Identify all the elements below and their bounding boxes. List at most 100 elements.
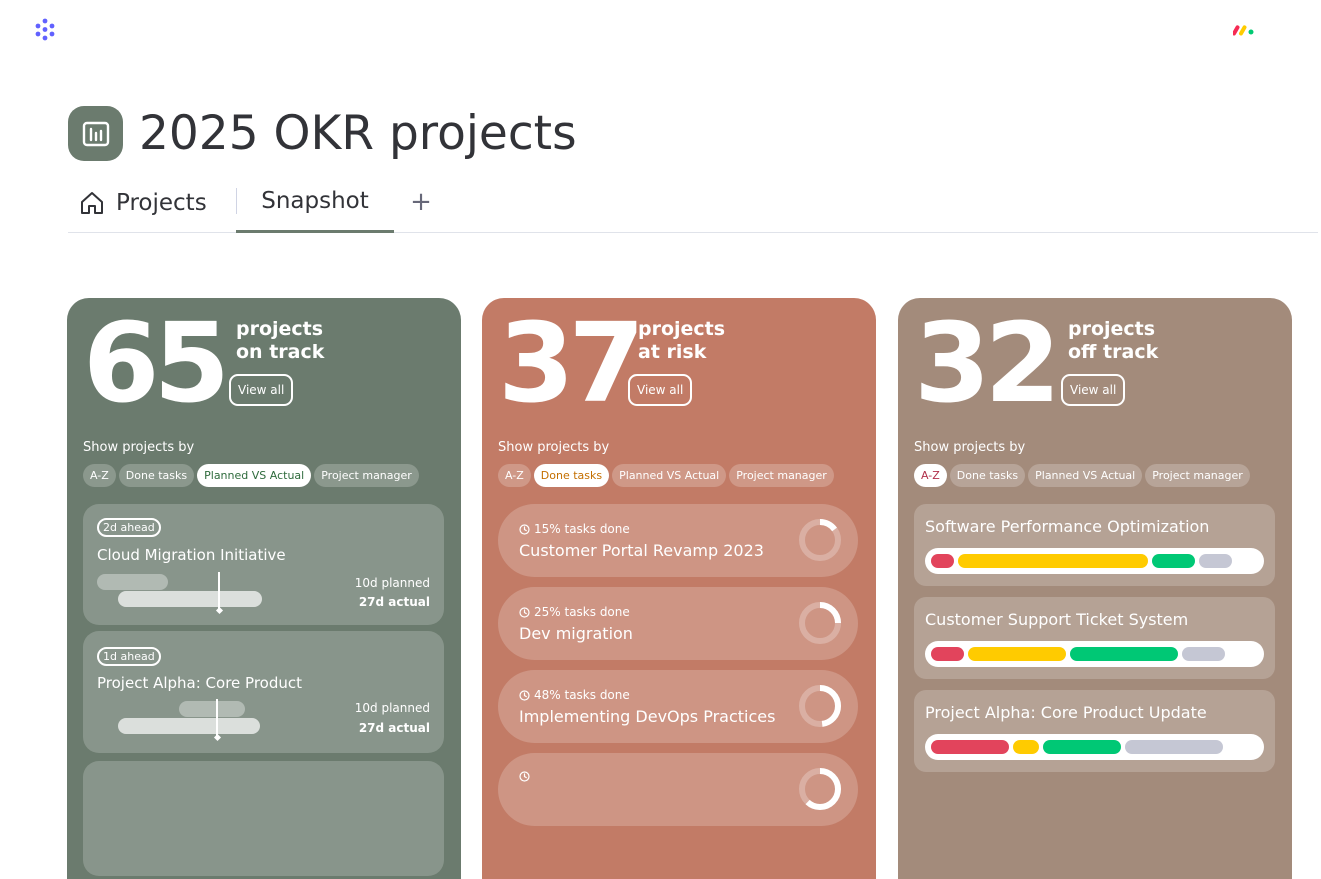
tab-snapshot[interactable]: Snapshot: [236, 178, 394, 233]
plus-icon: +: [410, 186, 432, 217]
tasks-done-meta: [519, 771, 534, 782]
clock-icon: [519, 523, 530, 535]
view-all-button[interactable]: View all: [229, 374, 294, 406]
apps-dots-logo-icon[interactable]: [33, 17, 57, 41]
planned-duration: 10d planned: [354, 576, 430, 590]
project-item[interactable]: 25% tasks done Dev migration: [498, 587, 858, 660]
status-segment-yellow: [958, 554, 1148, 568]
status-segment-gray: [1182, 647, 1225, 661]
ahead-badge: 2d ahead: [97, 518, 161, 537]
actual-bar: [118, 718, 260, 734]
off-track-label-line2: off track: [1068, 341, 1159, 363]
planned-bar: [179, 701, 245, 717]
at-risk-label-line2: at risk: [638, 341, 707, 363]
status-battery: [925, 641, 1264, 667]
planned-bar: [97, 574, 168, 590]
off-track-count: 32: [914, 299, 1061, 427]
on-track-label-line2: on track: [236, 341, 325, 363]
project-item[interactable]: Software Performance Optimization: [914, 504, 1275, 586]
project-item-placeholder: [83, 761, 444, 876]
add-view-button[interactable]: +: [406, 178, 436, 233]
project-name: Customer Support Ticket System: [925, 610, 1189, 629]
today-marker: [218, 572, 220, 610]
project-name: Implementing DevOps Practices: [519, 707, 776, 726]
chip-project-manager[interactable]: Project manager: [1145, 464, 1250, 487]
project-item[interactable]: [498, 753, 858, 826]
project-name: Dev migration: [519, 624, 633, 643]
project-item[interactable]: 2d ahead Cloud Migration Initiative 10d …: [83, 504, 444, 625]
brand-logo-icon: [1233, 25, 1254, 36]
clock-icon: [519, 606, 530, 618]
on-track-label-line1: projects: [236, 318, 324, 340]
actual-duration: 27d actual: [358, 595, 430, 609]
tab-projects[interactable]: Projects: [78, 178, 207, 233]
chip-done-tasks[interactable]: Done tasks: [118, 464, 195, 487]
chip-planned-vs-actual[interactable]: Planned VS Actual: [1028, 464, 1143, 487]
chip-a-z[interactable]: A-Z: [498, 464, 531, 487]
tab-projects-label: Projects: [116, 189, 207, 216]
today-marker-tip: [215, 606, 224, 615]
clock-icon: [519, 689, 530, 701]
on-track-label: projects on track: [236, 318, 324, 364]
project-item[interactable]: Project Alpha: Core Product Update: [914, 690, 1275, 772]
project-item[interactable]: 48% tasks done Implementing DevOps Pract…: [498, 670, 858, 743]
project-item[interactable]: 1d ahead Project Alpha: Core Product 10d…: [83, 631, 444, 753]
chart-board-icon: [68, 106, 123, 161]
chip-done-tasks[interactable]: Done tasks: [533, 464, 610, 487]
progress-donut: [799, 519, 841, 561]
off-track-label-line1: projects: [1068, 318, 1156, 340]
chip-planned-vs-actual[interactable]: Planned VS Actual: [612, 464, 727, 487]
chip-a-z[interactable]: A-Z: [83, 464, 116, 487]
show-projects-by-label: Show projects by: [914, 440, 1026, 455]
project-name: Project Alpha: Core Product: [97, 674, 302, 692]
actual-duration: 27d actual: [358, 721, 430, 735]
progress-donut: [799, 768, 841, 810]
status-segment-gray: [1199, 554, 1232, 568]
project-name: Cloud Migration Initiative: [97, 546, 286, 564]
off-track-card: 32 projects off track View all Show proj…: [898, 298, 1292, 879]
chip-project-manager[interactable]: Project manager: [729, 464, 834, 487]
planned-duration: 10d planned: [354, 701, 430, 715]
at-risk-count: 37: [498, 299, 645, 427]
chip-project-manager[interactable]: Project manager: [314, 464, 419, 487]
tasks-done-meta: 15% tasks done: [519, 522, 630, 536]
show-projects-by-label: Show projects by: [498, 440, 610, 455]
chip-planned-vs-actual[interactable]: Planned VS Actual: [197, 464, 312, 487]
home-icon: [81, 191, 103, 214]
board-title: 2025 OKR projects: [139, 106, 577, 161]
chip-a-z[interactable]: A-Z: [914, 464, 947, 487]
off-track-label: projects off track: [1068, 318, 1158, 364]
ahead-badge: 1d ahead: [97, 647, 161, 666]
project-name: Software Performance Optimization: [925, 517, 1210, 536]
tab-snapshot-label: Snapshot: [261, 188, 369, 214]
on-track-count: 65: [83, 299, 230, 427]
view-tabs: Projects Snapshot +: [68, 178, 1318, 233]
show-projects-by-label: Show projects by: [83, 440, 195, 455]
project-name: Customer Portal Revamp 2023: [519, 541, 764, 560]
project-item[interactable]: 15% tasks done Customer Portal Revamp 20…: [498, 504, 858, 577]
status-battery: [925, 548, 1264, 574]
project-name: Project Alpha: Core Product Update: [925, 703, 1207, 722]
status-segment-red: [931, 554, 954, 568]
today-marker-tip: [213, 733, 222, 742]
at-risk-label: projects at risk: [638, 318, 725, 364]
status-segment-red: [931, 740, 1009, 754]
sort-chips: A-Z Done tasks Planned VS Actual Project…: [914, 464, 1250, 487]
tasks-done-meta: 48% tasks done: [519, 688, 630, 702]
progress-donut: [799, 685, 841, 727]
view-all-button[interactable]: View all: [628, 374, 693, 406]
tasks-done-text: 25% tasks done: [534, 605, 630, 619]
status-segment-green: [1070, 647, 1178, 661]
board-header: 2025 OKR projects: [68, 106, 577, 161]
at-risk-label-line1: projects: [638, 318, 726, 340]
sort-chips: A-Z Done tasks Planned VS Actual Project…: [498, 464, 834, 487]
project-item[interactable]: Customer Support Ticket System: [914, 597, 1275, 679]
view-all-button[interactable]: View all: [1061, 374, 1126, 406]
status-segment-yellow: [968, 647, 1066, 661]
actual-bar: [118, 591, 262, 607]
chip-done-tasks[interactable]: Done tasks: [949, 464, 1026, 487]
status-segment-green: [1152, 554, 1195, 568]
tasks-done-meta: 25% tasks done: [519, 605, 630, 619]
progress-donut: [799, 602, 841, 644]
tasks-done-text: 15% tasks done: [534, 522, 630, 536]
